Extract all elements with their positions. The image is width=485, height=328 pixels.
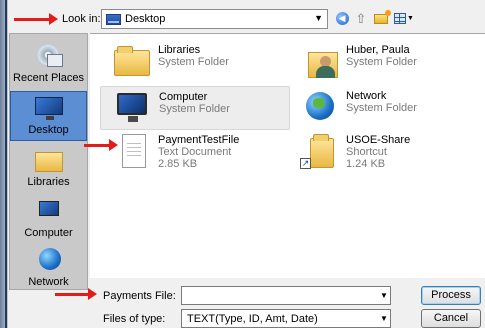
places-bar: Recent Places Desktop Libraries Computer… bbox=[9, 33, 88, 290]
libraries-icon bbox=[33, 146, 65, 174]
text-document-icon bbox=[112, 132, 152, 172]
item-type: System Folder bbox=[158, 56, 229, 68]
chevron-down-icon[interactable]: ▼ bbox=[380, 314, 388, 323]
item-name: Libraries bbox=[158, 44, 201, 56]
place-computer[interactable]: Computer bbox=[10, 195, 87, 245]
place-libraries[interactable]: Libraries bbox=[10, 144, 87, 194]
view-grid-icon bbox=[394, 13, 407, 24]
shortcut-folder-icon: ↗ bbox=[300, 132, 340, 172]
computer-icon bbox=[33, 197, 65, 225]
new-folder-button[interactable] bbox=[372, 9, 391, 27]
shortcut-arrow-icon: ↗ bbox=[300, 158, 311, 169]
up-arrow-icon: ⇧ bbox=[355, 10, 367, 26]
lookin-label: Look in: bbox=[62, 13, 101, 25]
list-item-huber-paula[interactable]: Huber, Paula System Folder bbox=[288, 40, 478, 84]
item-name: Huber, Paula bbox=[346, 44, 410, 56]
recent-places-icon bbox=[33, 42, 65, 70]
lookin-value: Desktop bbox=[125, 13, 166, 25]
user-folder-icon bbox=[300, 42, 340, 82]
item-name: USOE-Share bbox=[346, 134, 411, 146]
list-item-usoe-share[interactable]: ↗ USOE-Share Shortcut 1.24 KB bbox=[288, 130, 478, 174]
place-recent-places[interactable]: Recent Places bbox=[10, 40, 87, 90]
place-label: Recent Places bbox=[13, 72, 84, 84]
item-size: 2.85 KB bbox=[158, 158, 198, 170]
files-of-type-label: Files of type: bbox=[103, 313, 166, 325]
item-name: Network bbox=[346, 90, 387, 102]
files-of-type-dropdown[interactable]: TEXT(Type, ID, Amt, Date) bbox=[181, 309, 391, 328]
list-item-network[interactable]: Network System Folder bbox=[288, 86, 478, 130]
annotation-arrow-file bbox=[84, 139, 118, 151]
place-label: Desktop bbox=[28, 124, 69, 136]
files-of-type-value: TEXT(Type, ID, Amt, Date) bbox=[187, 313, 318, 325]
item-type: Text Document bbox=[158, 146, 232, 158]
chevron-down-icon[interactable]: ▼ bbox=[314, 13, 323, 23]
place-desktop[interactable]: Desktop bbox=[10, 91, 87, 141]
file-list[interactable]: Libraries System Folder Huber, Paula Sys… bbox=[90, 33, 485, 278]
computer-icon bbox=[113, 89, 153, 129]
cancel-button[interactable]: Cancel bbox=[421, 309, 481, 328]
network-icon bbox=[33, 246, 65, 274]
item-type: System Folder bbox=[346, 56, 417, 68]
payments-file-input[interactable] bbox=[181, 286, 391, 305]
list-item-paymenttestfile[interactable]: PaymentTestFile Text Document 2.85 KB bbox=[100, 130, 290, 174]
annotation-arrow-lookin bbox=[14, 13, 58, 25]
item-type: System Folder bbox=[346, 102, 417, 114]
annotation-arrow-payments-file bbox=[55, 288, 97, 300]
network-globe-icon bbox=[300, 88, 340, 128]
item-name: PaymentTestFile bbox=[158, 134, 240, 146]
lookin-dropdown[interactable]: Desktop ▼ bbox=[101, 9, 328, 29]
item-name: Computer bbox=[159, 91, 208, 103]
new-folder-icon bbox=[374, 9, 391, 24]
desktop-icon bbox=[33, 94, 65, 122]
chevron-down-icon: ▼ bbox=[407, 15, 414, 22]
file-open-dialog: Look in: Desktop ▼ ◀ ⇧ ▼ Recent Places D… bbox=[0, 0, 485, 328]
window-edge bbox=[0, 0, 8, 328]
list-item-computer[interactable]: Computer System Folder bbox=[100, 86, 290, 130]
place-label: Libraries bbox=[27, 176, 70, 188]
views-menu-button[interactable]: ▼ bbox=[393, 10, 415, 27]
place-label: Network bbox=[28, 276, 69, 288]
chevron-down-icon[interactable]: ▼ bbox=[380, 291, 388, 300]
desktop-icon bbox=[106, 13, 121, 25]
process-button[interactable]: Process bbox=[421, 286, 481, 305]
place-label: Computer bbox=[24, 227, 73, 239]
item-type: Shortcut bbox=[346, 146, 387, 158]
place-network[interactable]: Network bbox=[10, 244, 87, 294]
payments-file-label: Payments File: bbox=[103, 290, 176, 302]
back-button[interactable]: ◀ bbox=[334, 10, 350, 27]
back-arrow-icon: ◀ bbox=[335, 12, 349, 25]
list-item-libraries[interactable]: Libraries System Folder bbox=[100, 40, 290, 84]
libraries-folder-icon bbox=[112, 42, 152, 82]
item-size: 1.24 KB bbox=[346, 158, 386, 170]
item-type: System Folder bbox=[159, 103, 230, 115]
up-folder-button[interactable]: ⇧ bbox=[353, 10, 369, 27]
